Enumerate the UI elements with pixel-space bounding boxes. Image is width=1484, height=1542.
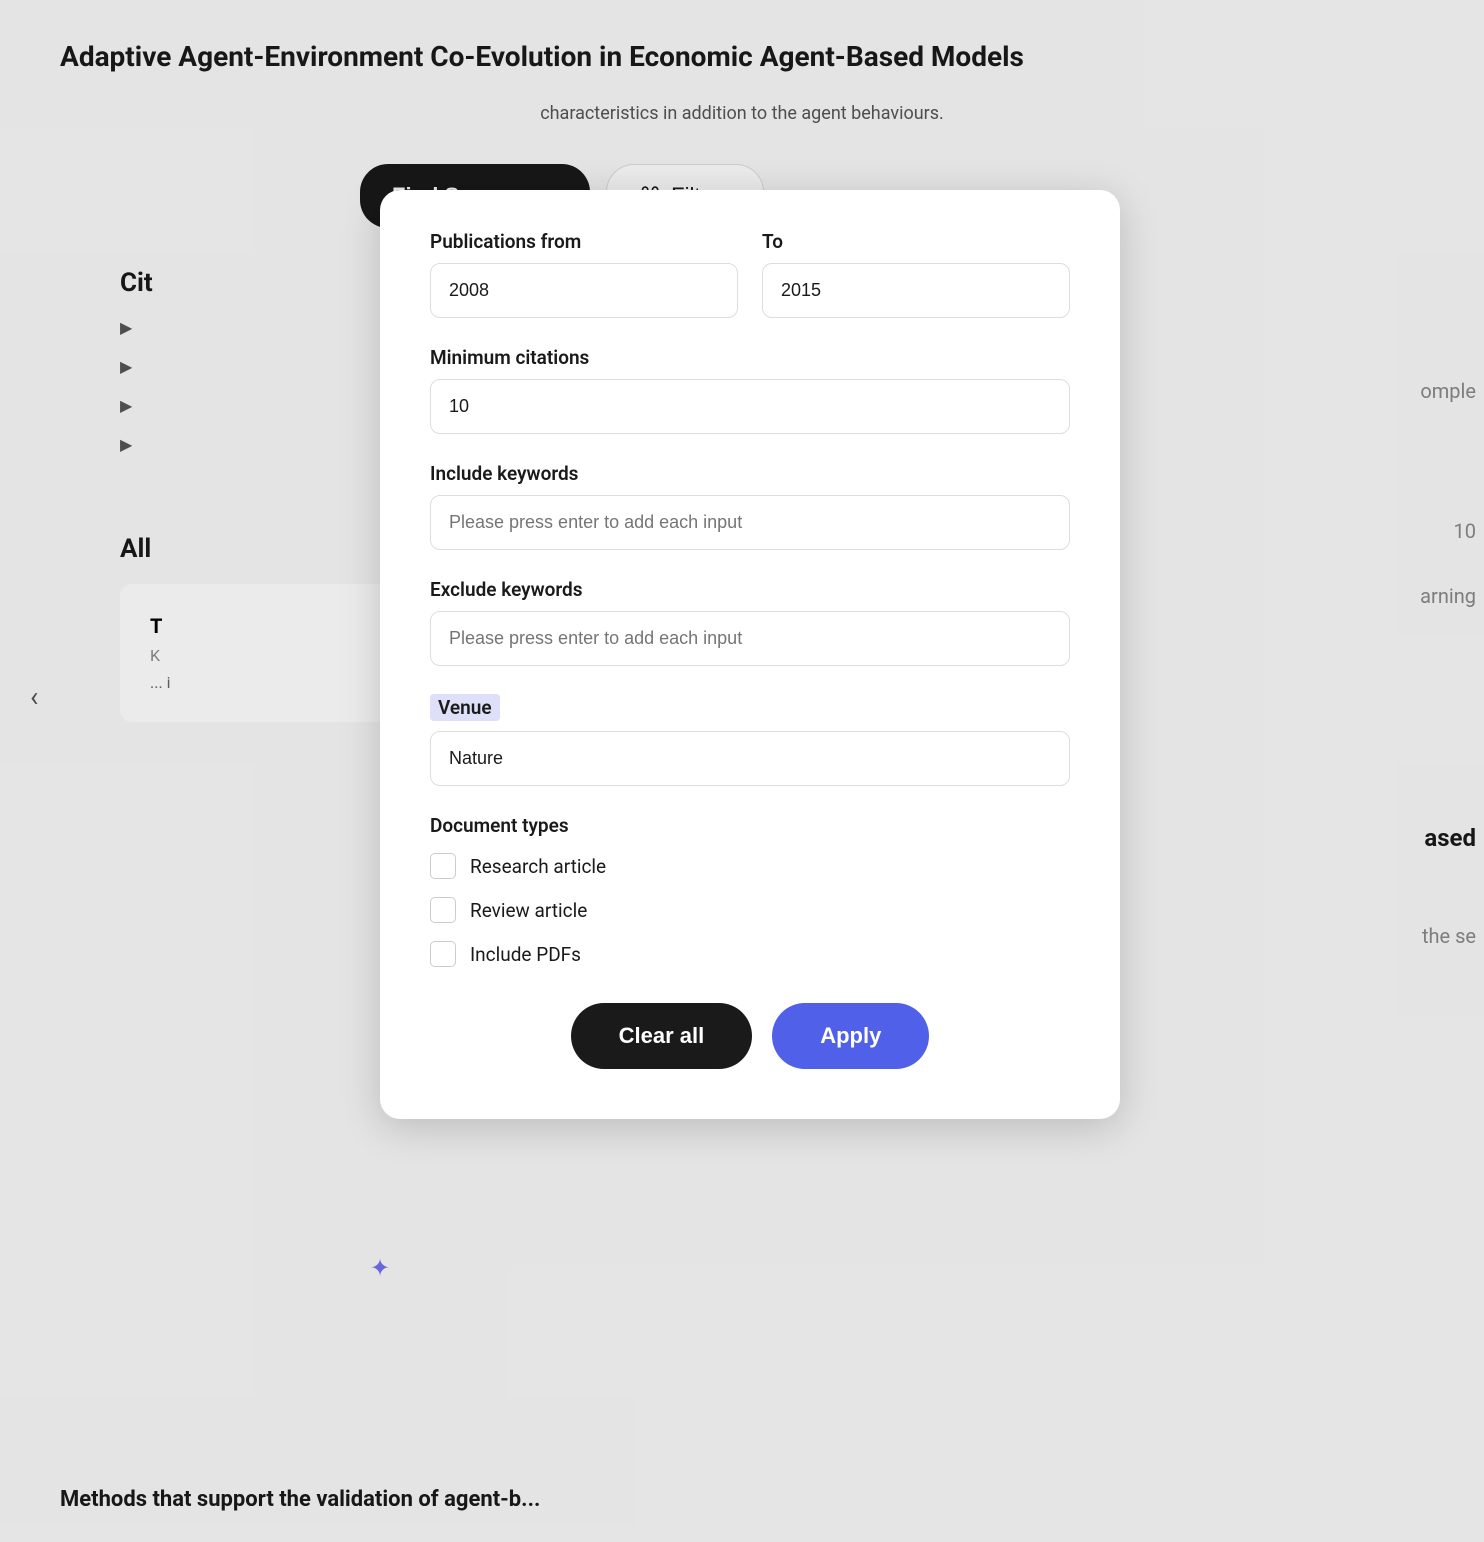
publications-from-label: Publications from — [430, 230, 738, 253]
exclude-keywords-label: Exclude keywords — [430, 578, 583, 601]
publications-to-label: To — [762, 230, 1070, 253]
checkbox-review[interactable]: Review article — [430, 897, 1070, 923]
exclude-keywords-input[interactable] — [430, 611, 1070, 666]
publications-from-input[interactable] — [430, 263, 738, 318]
checkbox-research-box[interactable] — [430, 853, 456, 879]
venue-input[interactable] — [430, 731, 1070, 786]
checkbox-review-box[interactable] — [430, 897, 456, 923]
filter-panel: Publications from To Minimum citations I… — [380, 190, 1120, 1119]
include-keywords-input[interactable] — [430, 495, 1070, 550]
checkbox-research[interactable]: Research article — [430, 853, 1070, 879]
checkbox-review-label: Review article — [470, 899, 587, 922]
clear-all-button[interactable]: Clear all — [571, 1003, 753, 1069]
checkbox-pdfs-box[interactable] — [430, 941, 456, 967]
min-citations-label: Minimum citations — [430, 346, 589, 369]
document-types-label: Document types — [430, 814, 1070, 837]
venue-label: Venue — [430, 694, 500, 721]
include-keywords-label: Include keywords — [430, 462, 578, 485]
publications-to-input[interactable] — [762, 263, 1070, 318]
apply-button[interactable]: Apply — [772, 1003, 929, 1069]
checkbox-pdfs[interactable]: Include PDFs — [430, 941, 1070, 967]
checkbox-research-label: Research article — [470, 855, 606, 878]
min-citations-input[interactable] — [430, 379, 1070, 434]
checkbox-pdfs-label: Include PDFs — [470, 943, 581, 966]
